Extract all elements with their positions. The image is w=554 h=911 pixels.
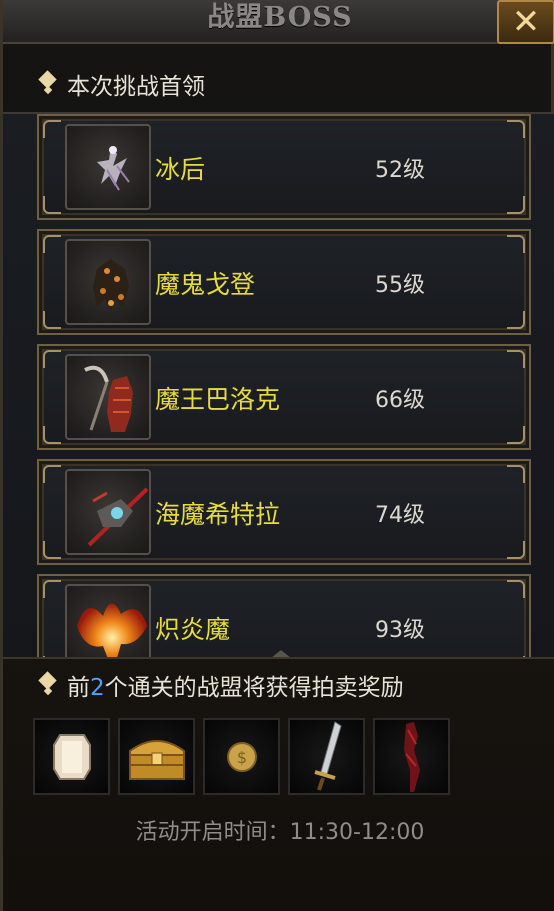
- red-staff-icon: [403, 721, 420, 792]
- reward-title-prefix: 前: [67, 675, 90, 701]
- svg-text:$: $: [236, 748, 246, 767]
- reward-title-suffix: 个通关的战盟将获得拍卖奖励: [104, 675, 404, 701]
- ice-queen-portrait-icon: [65, 124, 151, 210]
- boss-row[interactable]: 冰后 52级: [37, 114, 531, 220]
- reward-title-number: 2: [90, 675, 105, 701]
- boss-name: 冰后: [155, 155, 206, 184]
- diamond-bullet-icon: [37, 72, 59, 96]
- challenge-section-header: 本次挑战首领: [37, 70, 205, 100]
- demon-gordon-portrait-icon: [65, 239, 151, 325]
- reward-slot[interactable]: [373, 718, 450, 795]
- reward-slot[interactable]: [33, 718, 110, 795]
- boss-row[interactable]: 魔鬼戈登 55级: [37, 229, 531, 335]
- boss-level: 52级: [375, 158, 425, 183]
- boss-level: 55级: [375, 273, 425, 298]
- reward-section-header: 前2个通关的战盟将获得拍卖奖励: [37, 668, 404, 702]
- close-button[interactable]: ✕: [497, 0, 554, 44]
- boss-list[interactable]: 冰后 52级 魔鬼戈登 55级 魔王巴洛克 66级 海魔希特拉 74级 炽炎魔 …: [3, 112, 554, 657]
- reward-list: $: [33, 718, 450, 795]
- challenge-section-title: 本次挑战首领: [67, 74, 205, 100]
- boss-name: 魔王巴洛克: [155, 385, 281, 414]
- reward-slot[interactable]: [288, 718, 365, 795]
- flame-demon-portrait-icon: [65, 584, 151, 657]
- boss-level: 93级: [375, 618, 425, 643]
- sword-icon: [313, 720, 342, 791]
- diamond-bullet-icon: [37, 673, 59, 697]
- reward-slot[interactable]: $: [203, 718, 280, 795]
- gem-icon: [52, 733, 91, 780]
- close-icon: ✕: [511, 2, 541, 42]
- treasure-chest-icon: [128, 739, 185, 780]
- boss-level: 66级: [375, 388, 425, 413]
- reward-section-title: 前2个通关的战盟将获得拍卖奖励: [67, 668, 404, 702]
- event-time-label: 活动开启时间：11:30-12:00: [135, 820, 425, 845]
- title-bar: 战盟BOSS ✕: [3, 0, 554, 44]
- window-title: 战盟BOSS: [207, 2, 353, 33]
- boss-name: 魔鬼戈登: [155, 270, 256, 299]
- gold-coin-icon: $: [226, 741, 257, 772]
- demon-king-balrog-portrait-icon: [65, 354, 151, 440]
- boss-level: 74级: [375, 503, 425, 528]
- boss-window: 战盟BOSS ✕ 本次挑战首领 冰后 52级 魔鬼戈登 55级 魔王巴洛克 66…: [0, 0, 554, 911]
- boss-row[interactable]: 魔王巴洛克 66级: [37, 344, 531, 450]
- boss-row[interactable]: 海魔希特拉 74级: [37, 459, 531, 565]
- boss-name: 炽炎魔: [155, 615, 231, 644]
- boss-name: 海魔希特拉: [155, 500, 281, 529]
- reward-slot[interactable]: [118, 718, 195, 795]
- sea-demon-hydra-portrait-icon: [65, 469, 151, 555]
- boss-row[interactable]: 炽炎魔 93级: [37, 574, 531, 657]
